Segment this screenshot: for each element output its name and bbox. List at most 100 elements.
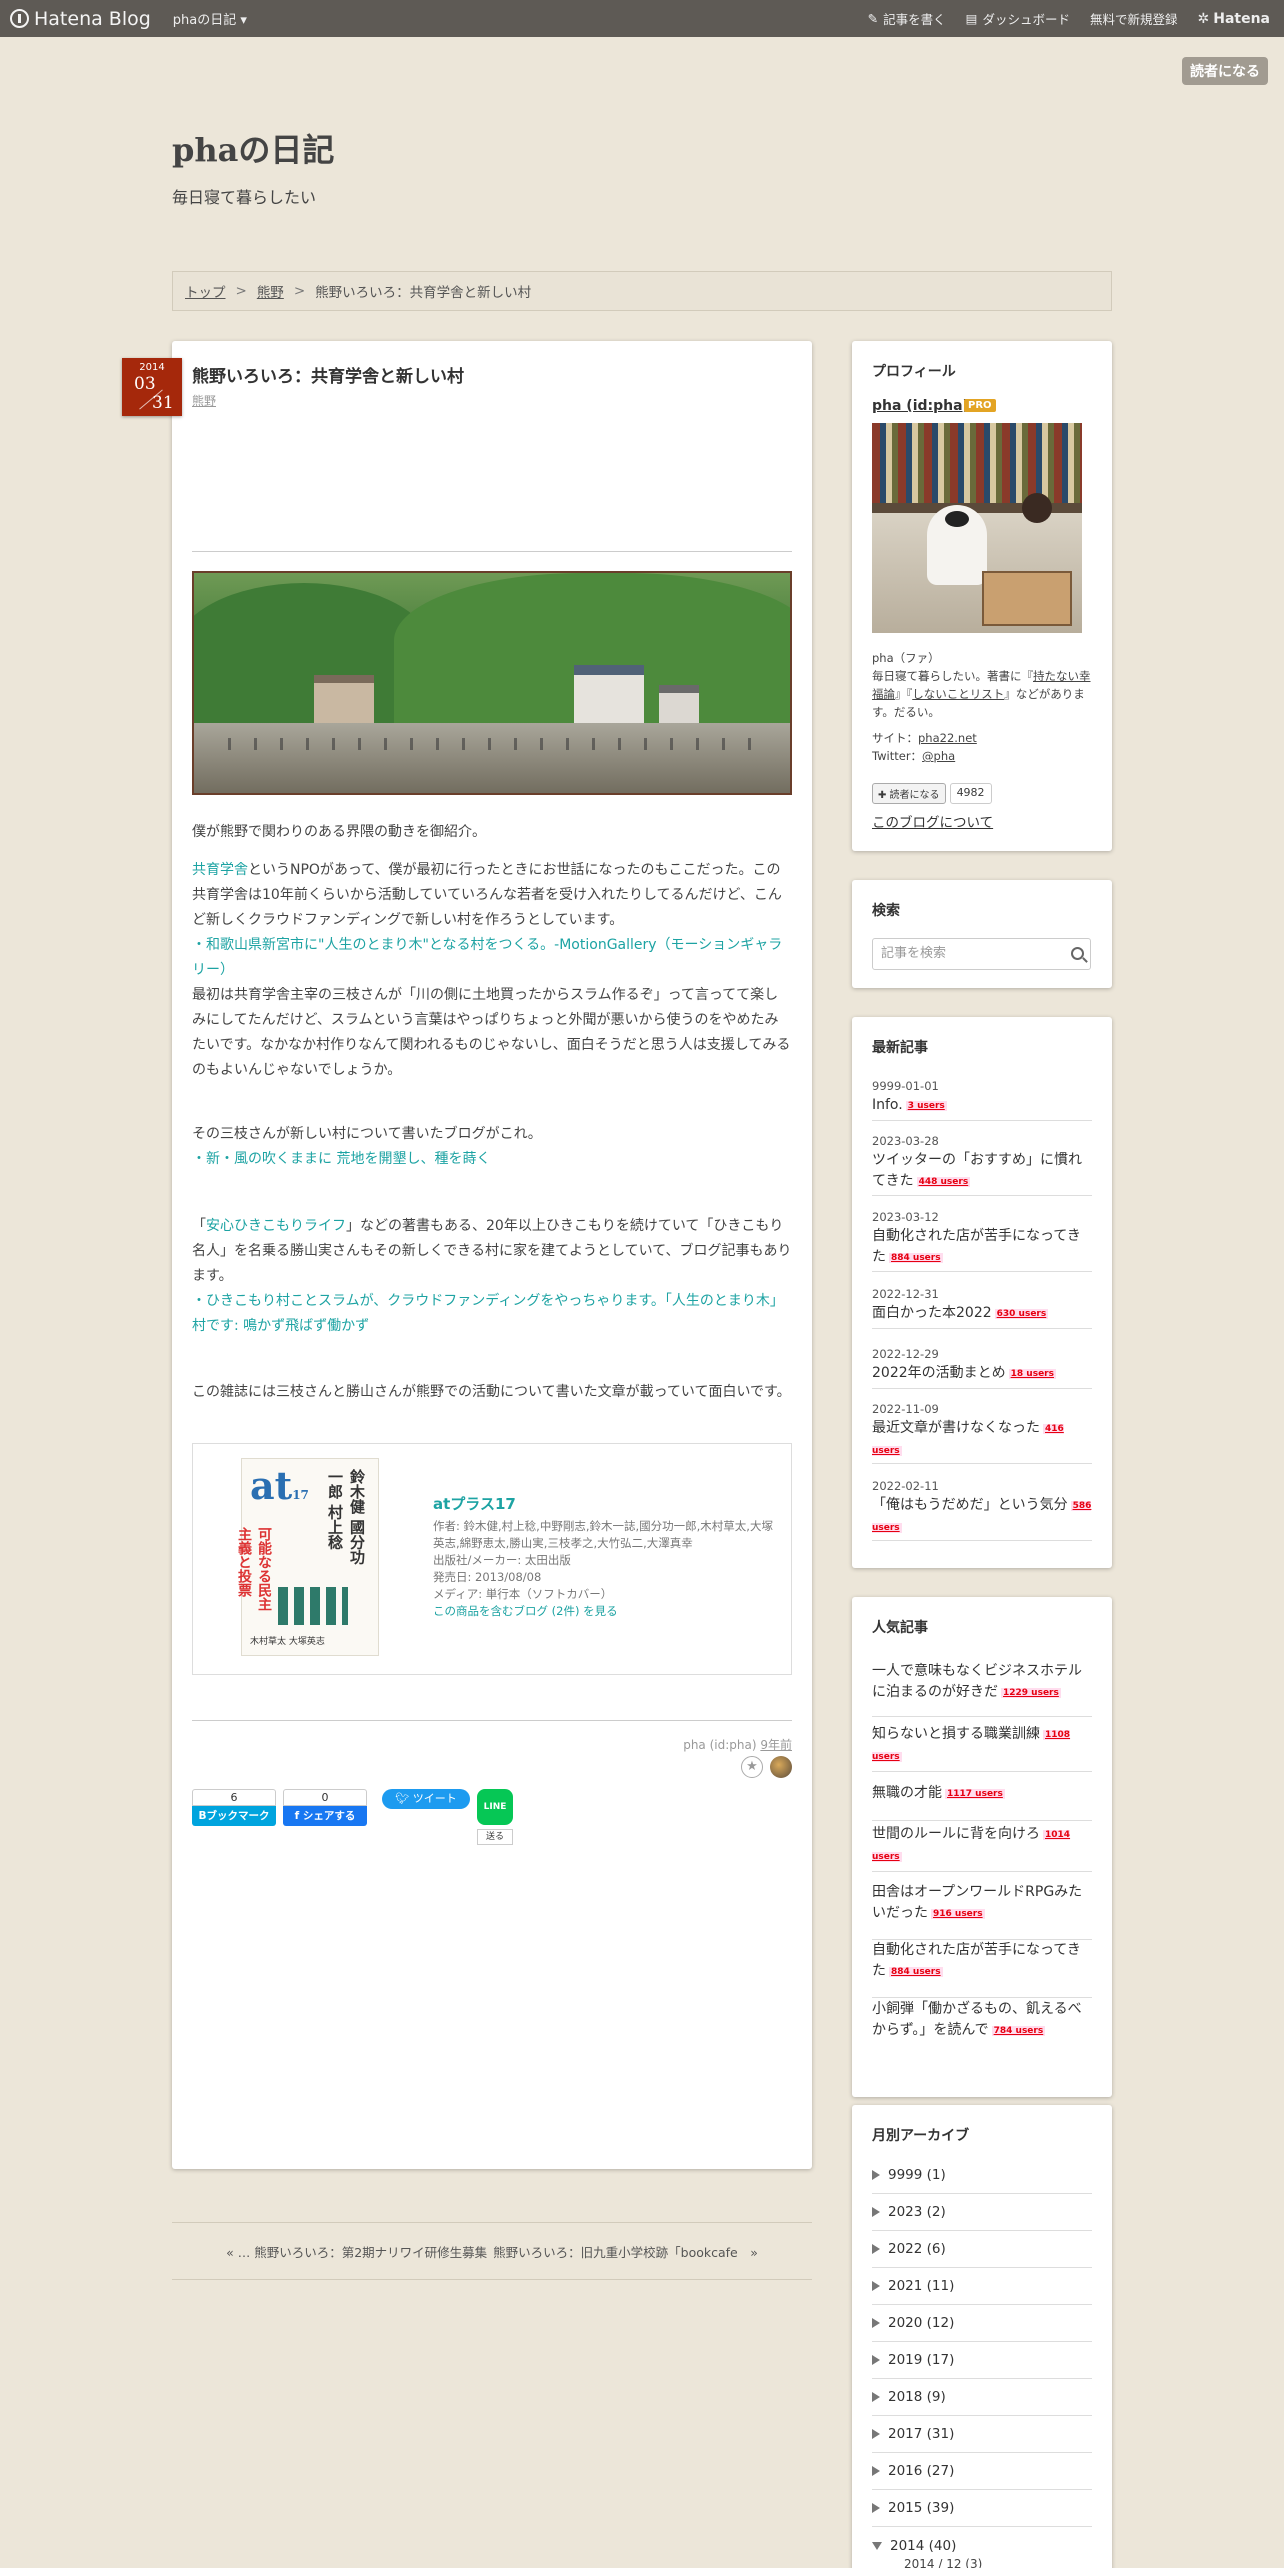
expand-icon	[872, 2318, 880, 2328]
expand-icon	[872, 2392, 880, 2402]
archive-item[interactable]: 2019 (17)	[872, 2342, 1092, 2379]
line-icon[interactable]: LINE	[477, 1789, 513, 1825]
facebook-button[interactable]: f シェアする	[283, 1806, 367, 1826]
popular-entry[interactable]: 田舎はオープンワールドRPGみたいだった 916 users	[872, 1880, 1092, 1940]
expand-icon	[872, 2281, 880, 2291]
site-link[interactable]: pha22.net	[918, 731, 977, 745]
date-month: 03	[134, 374, 156, 394]
book-link[interactable]: 安心ひきこもりライフ	[206, 1218, 346, 1234]
archive-item[interactable]: 9999 (1)	[872, 2157, 1092, 2194]
logo-text: Hatena Blog	[34, 7, 151, 30]
signup-link[interactable]: 無料で新規登録	[1090, 9, 1178, 28]
expand-icon	[872, 2355, 880, 2365]
profile-line: pha（ファ）	[872, 651, 940, 665]
search-icon[interactable]	[1071, 947, 1084, 960]
hatebu-share[interactable]: 6 Bブックマーク	[192, 1789, 276, 1826]
product-release: 発売日: 2013/08/08	[433, 1570, 542, 1584]
search-input[interactable]: 記事を検索	[872, 938, 1091, 970]
subscriber-count: 4982	[949, 783, 992, 804]
archive-item[interactable]: 2017 (31)	[872, 2416, 1092, 2453]
subscribe-widget: ✚ 読者になる 4982	[872, 783, 992, 804]
popular-entry[interactable]: 世間のルールに背を向けろ 1014 users	[872, 1822, 1092, 1872]
book-cover[interactable]: at17 鈴木健 國分功一郎 村上稔 可能なる民主主義と投票 木村草太 大塚英志	[236, 1458, 379, 1656]
product-blogs-link[interactable]: この商品を含むブログ (2件) を見る	[433, 1603, 783, 1620]
expand-icon	[872, 2170, 880, 2180]
recent-entry[interactable]: 2023-03-28 ツイッターの「おすすめ」に慣れてきた 448 users	[872, 1134, 1092, 1196]
entry-footer: pha (id:pha) 9年前	[600, 1736, 792, 1753]
profile-module: プロフィール pha (id:pha) PRO pha（ファ） 毎日寝て暮らした…	[852, 341, 1112, 851]
profile-bio: pha（ファ） 毎日寝て暮らしたい。著書に『持たない幸福論』『しないことリスト』…	[872, 649, 1094, 765]
global-header: Hatena Blog phaの日記 ▾ ✎ 記事を書く ▤ ダッシュボード 無料で…	[0, 0, 1284, 37]
archive-item[interactable]: 2015 (39)	[872, 2490, 1092, 2527]
archive-item[interactable]: 2020 (12)	[872, 2305, 1092, 2342]
profile-name[interactable]: pha (id:pha)	[872, 398, 969, 414]
write-article-link[interactable]: ✎ 記事を書く	[868, 9, 946, 28]
recent-entry[interactable]: 2023-03-12 自動化された店が苦手になってきた 884 users	[872, 1210, 1092, 1272]
prev-entry-link[interactable]: « … 熊野いろいろ：第2期ナリワイ研修生募集	[226, 2242, 487, 2261]
hatena-link[interactable]: ✲ Hatena	[1198, 11, 1271, 27]
facebook-share[interactable]: 0 f シェアする	[283, 1789, 367, 1826]
hatena-blog-logo[interactable]: Hatena Blog	[10, 8, 151, 30]
entry-time[interactable]: 9年前	[760, 1738, 792, 1752]
popular-entry[interactable]: 知らないと損する職業訓練 1108 users	[872, 1722, 1092, 1772]
hatebu-count: 6	[192, 1789, 276, 1806]
archive-item[interactable]: 2022 (6)	[872, 2231, 1092, 2268]
archive-item[interactable]: 2023 (2)	[872, 2194, 1092, 2231]
add-star-icon[interactable]: ★	[741, 1756, 763, 1778]
write-label: 記事を書く	[883, 12, 946, 27]
recent-entry[interactable]: 9999-01-01 Info. 3 users	[872, 1079, 1092, 1121]
twitter-link[interactable]: @pha	[922, 749, 955, 763]
line-send-button[interactable]: 送る	[477, 1829, 513, 1845]
blog-title[interactable]: phaの日記	[172, 125, 334, 171]
product-card: at17 鈴木健 國分功一郎 村上稔 可能なる民主主義と投票 木村草太 大塚英志…	[192, 1443, 792, 1675]
pro-badge: PRO	[964, 399, 996, 412]
archive-item[interactable]: 2018 (9)	[872, 2379, 1092, 2416]
popular-entry[interactable]: 無職の才能 1117 users	[872, 1781, 1092, 1821]
hatebu-button[interactable]: Bブックマーク	[192, 1806, 276, 1826]
blog-link[interactable]: ・新・風の吹くままに 荒地を開墾し、種を蒔く	[192, 1151, 490, 1167]
entry-title[interactable]: 熊野いろいろ：共育学舎と新しい村	[192, 362, 464, 387]
product-media: メディア: 単行本（ソフトカバー）	[433, 1587, 613, 1601]
entry-paragraph-3: 「安心ひきこもりライフ」などの著書もある、20年以上ひきこもりを続けていて「ひき…	[192, 1214, 792, 1339]
hatena-logo-icon	[10, 9, 29, 28]
recent-entry[interactable]: 2022-12-31 面白かった本2022 630 users	[872, 1287, 1092, 1329]
product-title[interactable]: atプラス17	[433, 1493, 516, 1514]
hikikomori-village-link[interactable]: ・ひきこもり村ことスラムが、クラウドファンディングをやっちゃります。「人生のとま…	[192, 1293, 784, 1334]
popular-heading: 人気記事	[872, 1620, 928, 1636]
search-heading: 検索	[872, 903, 900, 919]
tweet-button[interactable]: 🐦︎ ツイート	[382, 1789, 470, 1809]
book-link[interactable]: しないことリスト	[912, 687, 1004, 701]
collapse-icon	[872, 2541, 882, 2550]
star-user-avatar[interactable]	[770, 1756, 792, 1778]
archive-item[interactable]: 2016 (27)	[872, 2453, 1092, 2490]
hatena-label: Hatena	[1213, 10, 1270, 27]
recent-entry[interactable]: 2022-11-09 最近文章が書けなくなった 416 users	[872, 1402, 1092, 1464]
entry-date-badge[interactable]: 2014 03 31	[122, 358, 182, 416]
quote-open: 「	[192, 1218, 206, 1234]
subscribe-button[interactable]: 読者になる	[1182, 57, 1268, 85]
archive-sub-item[interactable]: 2014 / 12 (3)	[904, 2557, 982, 2568]
recent-entry[interactable]: 2022-02-11 「俺はもうだめだ」という気分 586 users	[872, 1479, 1092, 1541]
archive-module: 月別アーカイブ 9999 (1) 2023 (2) 2022 (6) 2021 …	[852, 2105, 1112, 2568]
popular-entry[interactable]: 一人で意味もなくビジネスホテルに泊まるのが好きだ 1229 users	[872, 1659, 1092, 1717]
about-blog-link[interactable]: このブログについて	[872, 811, 993, 831]
breadcrumb-top[interactable]: トップ	[185, 281, 226, 301]
archive-item[interactable]: 2021 (11)	[872, 2268, 1092, 2305]
pencil-icon: ✎	[867, 11, 879, 26]
next-entry-link[interactable]: 熊野いろいろ：旧九重小学校跡「bookcafe »	[493, 2242, 758, 2261]
search-module: 検索 記事を検索	[852, 880, 1112, 988]
kyoiku-gakusha-link[interactable]: 共育学舎	[192, 862, 248, 878]
recent-entry[interactable]: 2022-12-29 2022年の活動まとめ 18 users	[872, 1347, 1092, 1389]
blog-menu[interactable]: phaの日記 ▾	[173, 9, 247, 28]
profile-image[interactable]	[872, 423, 1082, 633]
sidebar-subscribe-button[interactable]: ✚ 読者になる	[872, 783, 946, 804]
entry-category[interactable]: 熊野	[192, 392, 216, 409]
dashboard-link[interactable]: ▤ ダッシュボード	[966, 9, 1070, 28]
date-day: 31	[152, 393, 174, 413]
breadcrumb-category[interactable]: 熊野	[257, 281, 284, 301]
motiongallery-link[interactable]: ・和歌山県新宮市に"人生のとまり木"となる村をつくる。-MotionGaller…	[192, 937, 782, 978]
entry-author[interactable]: pha (id:pha)	[683, 1738, 756, 1752]
dashboard-icon: ▤	[965, 11, 978, 26]
popular-entry[interactable]: 自動化された店が苦手になってきた 884 users	[872, 1938, 1092, 1998]
popular-entry[interactable]: 小飼弾「働かざるもの、飢えるべからず。」を読んで 784 users	[872, 1997, 1092, 2059]
